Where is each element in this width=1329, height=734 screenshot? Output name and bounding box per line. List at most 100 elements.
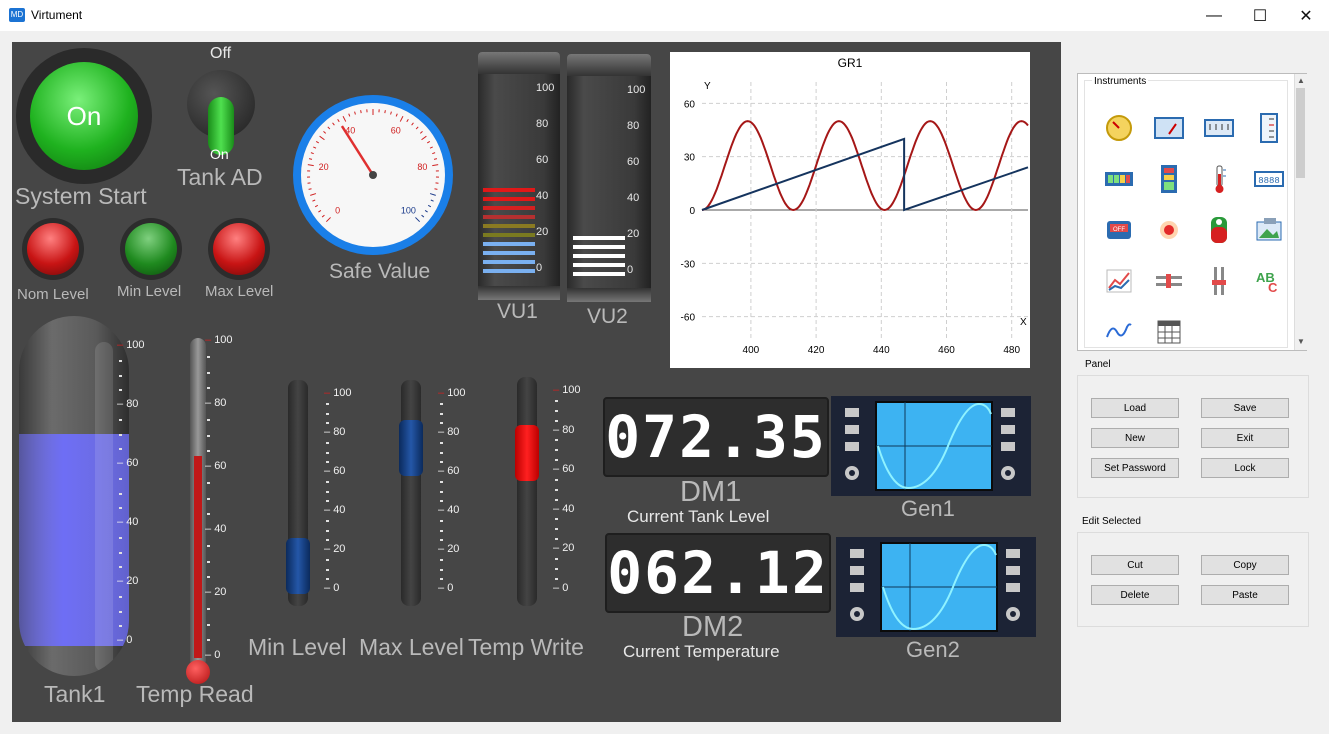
vu1-segment — [483, 251, 535, 255]
dm1-name: DM1 — [680, 476, 742, 508]
scroll-down-icon[interactable]: ▼ — [1297, 337, 1305, 346]
gen2-label: Gen2 — [906, 637, 960, 662]
delete-button[interactable]: Delete — [1091, 585, 1179, 605]
min-level-slider-thumb[interactable] — [286, 538, 310, 595]
picture-icon[interactable] — [1253, 214, 1285, 246]
copy-button[interactable]: Copy — [1201, 555, 1289, 575]
max-level-lamp — [213, 223, 265, 275]
vu-tick-label: 80 — [627, 120, 640, 132]
lock-button[interactable]: Lock — [1201, 458, 1289, 478]
vu-tick-label: 100 — [536, 82, 555, 94]
gr1-graph[interactable]: GR1 Y X 60 30 0 -30 -60 400 420 440 460 480 — [670, 52, 1030, 368]
tank1-label: Tank1 — [44, 681, 106, 707]
vu2-segment — [573, 272, 625, 276]
vu1-segment — [483, 260, 535, 264]
cut-button[interactable]: Cut — [1091, 555, 1179, 575]
window-title: Virtument — [31, 8, 83, 22]
safe-value-tick-label: 60 — [391, 125, 401, 135]
app-icon: MD — [9, 8, 25, 22]
instrument-palette: Instruments 8888 OFF AB C ▲ ▼ — [1077, 73, 1307, 351]
wave-generator-icon[interactable] — [1103, 316, 1135, 348]
vu-tick-label: 60 — [536, 154, 549, 166]
text-label-icon[interactable]: AB C — [1253, 265, 1285, 297]
tank-icon[interactable] — [1203, 214, 1235, 246]
safe-value-gauge[interactable]: 02040 6080100 — [290, 92, 456, 258]
safe-value-tick — [360, 110, 362, 114]
scale-tick-label: – 80 — [205, 397, 227, 409]
max-level-slider-track[interactable] — [401, 380, 421, 606]
palette-scrollbar[interactable]: ▲ ▼ — [1294, 74, 1307, 350]
dm1-display: 072.35 — [603, 397, 829, 477]
system-start-button[interactable]: On — [30, 62, 138, 170]
tank-ad-on-label: On — [210, 146, 229, 162]
vu-tick-label: 20 — [536, 226, 549, 238]
vertical-scale-icon[interactable] — [1253, 112, 1285, 144]
exit-button[interactable]: Exit — [1201, 428, 1289, 448]
off-switch-icon[interactable]: OFF — [1103, 214, 1135, 246]
vu1-segment — [483, 215, 535, 219]
gr1-y-tick-label: -30 — [681, 259, 696, 270]
gen1-generator[interactable] — [831, 396, 1031, 496]
scale-tick-label: – 60 — [205, 460, 227, 472]
scale-tick-label: – 20 — [324, 543, 346, 555]
instruments-title: Instruments — [1092, 76, 1149, 87]
panel-meter-icon[interactable] — [1153, 112, 1185, 144]
edit-selected-title: Edit Selected — [1082, 516, 1141, 527]
linear-meter-icon[interactable] — [1203, 112, 1235, 144]
scale-tick-label: – 60 — [117, 457, 139, 469]
system-start-state: On — [66, 100, 102, 131]
scale-tick-label: – 100 — [438, 387, 466, 399]
nom-level-label: Nom Level — [17, 286, 89, 303]
digital-readout-icon[interactable]: 8888 — [1253, 163, 1285, 195]
temp-read-tube — [190, 338, 206, 668]
gen2-generator[interactable] — [836, 537, 1036, 637]
scale-tick-label: – 20 — [205, 586, 227, 598]
max-level-slider-thumb[interactable] — [399, 420, 423, 477]
vu1-label: VU1 — [497, 300, 538, 323]
scale-tick-label: – 40 — [438, 504, 460, 516]
load-button[interactable]: Load — [1091, 398, 1179, 418]
svg-text:C: C — [1268, 280, 1278, 294]
svg-text:OFF: OFF — [1113, 227, 1125, 233]
temp-write-slider-thumb[interactable] — [515, 425, 539, 482]
scale-tick-label: – 40 — [553, 502, 575, 515]
scale-tick-label: – 60 — [324, 465, 346, 477]
vu-tick-label: 40 — [536, 190, 549, 202]
scale-tick-label: – 0 — [438, 582, 454, 594]
paste-button[interactable]: Paste — [1201, 585, 1289, 605]
vu2-segment — [573, 263, 625, 267]
scale-tick-label: – 0 — [553, 581, 569, 594]
save-button[interactable]: Save — [1201, 398, 1289, 418]
gr1-title: GR1 — [838, 56, 863, 70]
scroll-up-icon[interactable]: ▲ — [1297, 76, 1305, 85]
vu1-segment — [483, 233, 535, 237]
safe-value-tick — [434, 188, 438, 190]
maximize-button[interactable]: ☐ — [1237, 0, 1283, 31]
gr1-x-tick-label: 460 — [938, 345, 955, 356]
chart-icon[interactable] — [1103, 265, 1135, 297]
minimize-button[interactable]: — — [1191, 0, 1237, 31]
new-button[interactable]: New — [1091, 428, 1179, 448]
lamp-icon[interactable] — [1153, 214, 1185, 246]
battery-bar-icon[interactable] — [1103, 163, 1135, 195]
level-bar-icon[interactable] — [1153, 163, 1185, 195]
temp-write-slider-track[interactable] — [517, 377, 537, 606]
vu1-segment — [483, 269, 535, 273]
dm2-name: DM2 — [682, 611, 744, 643]
slider-vertical-icon[interactable] — [1203, 265, 1235, 297]
close-button[interactable]: ✕ — [1283, 0, 1329, 31]
vu2-segment — [573, 245, 625, 249]
set-password-button[interactable]: Set Password — [1091, 458, 1179, 478]
analog-gauge-icon[interactable] — [1103, 112, 1135, 144]
vu1-segment — [483, 206, 535, 210]
gr1-y-axis-name: Y — [704, 81, 711, 92]
table-grid-icon[interactable] — [1153, 316, 1185, 348]
gr1-y-tick-label: 0 — [689, 206, 695, 217]
slider-horizontal-icon[interactable] — [1153, 265, 1185, 297]
panel-title: Panel — [1085, 359, 1111, 370]
thermometer-icon[interactable] — [1203, 163, 1235, 195]
scale-tick-label: – 20 — [117, 575, 139, 587]
palette-scroll-thumb[interactable] — [1296, 88, 1305, 178]
scale-tick-label: – 100 — [205, 334, 233, 346]
vu2-segment — [573, 236, 625, 240]
